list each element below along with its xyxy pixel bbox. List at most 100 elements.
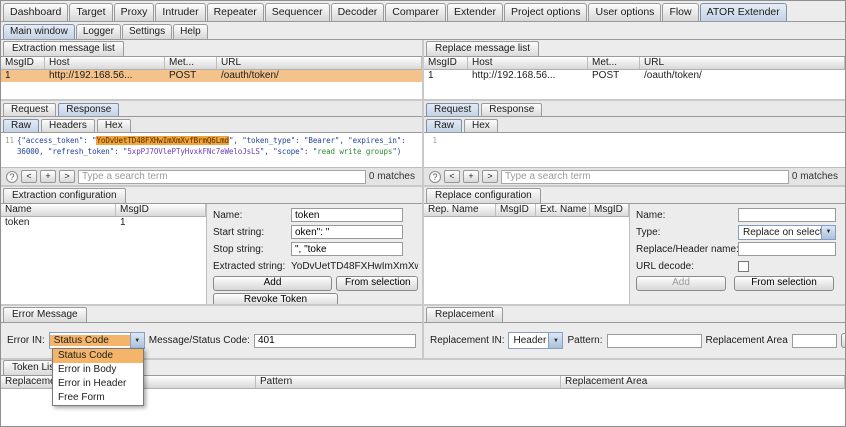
tab-user-options[interactable]: User options: [588, 3, 662, 21]
burp-ator-extender-window: Dashboard Target Proxy Intruder Repeater…: [0, 0, 846, 427]
column-header-host[interactable]: Host: [468, 57, 588, 69]
column-header-msgid[interactable]: MsgID: [116, 204, 206, 216]
start-string-field[interactable]: [291, 225, 403, 239]
tab-response[interactable]: Response: [58, 103, 120, 116]
table-row[interactable]: token 1: [1, 217, 206, 229]
tab-help[interactable]: Help: [173, 24, 208, 39]
column-header-method[interactable]: Met...: [165, 57, 217, 69]
error-in-dropdown[interactable]: Status Code ▼: [48, 332, 145, 349]
extraction-message-list-tab[interactable]: Extraction message list: [3, 41, 124, 56]
replace-message-list-body: 1 http://192.168.56... POST /oauth/token…: [424, 70, 845, 99]
cell-method: POST: [592, 70, 620, 81]
replacement-in-dropdown[interactable]: Header ▼: [508, 332, 564, 349]
add-replacement-button[interactable]: Add: [840, 333, 845, 348]
tab-main-window[interactable]: Main window: [3, 24, 75, 39]
tab-request[interactable]: Request: [3, 103, 57, 116]
replace-config-table: Rep. Name MsgID Ext. Name MsgID: [424, 204, 630, 304]
column-header-name[interactable]: Name: [1, 204, 116, 216]
response-editor[interactable]: 11 {"access_token": "YoDvUetTD48FXHwImXm…: [1, 133, 422, 167]
stop-string-field[interactable]: [291, 242, 403, 256]
column-header-msgid[interactable]: MsgID: [496, 204, 536, 216]
tab-project-options[interactable]: Project options: [504, 3, 588, 21]
search-add-button[interactable]: +: [40, 170, 56, 183]
url-decode-checkbox[interactable]: [738, 260, 749, 272]
tab-dashboard[interactable]: Dashboard: [3, 3, 69, 21]
tab-raw[interactable]: Raw: [3, 119, 40, 132]
add-extraction-button[interactable]: Add: [213, 275, 332, 291]
highlighted-access-token: YoDvUetTD48FXHwImXmXvfBrmQ6Lmd: [96, 136, 229, 145]
column-header-msgid[interactable]: MsgID: [590, 204, 629, 216]
column-header-rep-name[interactable]: Rep. Name: [424, 204, 496, 216]
pattern-label: Pattern:: [567, 335, 603, 346]
revoke-token-button[interactable]: Revoke Token: [213, 292, 338, 304]
tab-request[interactable]: Request: [426, 103, 480, 116]
tab-headers[interactable]: Headers: [41, 119, 95, 132]
type-dropdown[interactable]: Replace on selected ▼: [738, 224, 836, 240]
tab-raw[interactable]: Raw: [426, 119, 463, 132]
column-header-url[interactable]: URL: [640, 57, 845, 69]
help-icon[interactable]: ?: [429, 170, 441, 183]
replace-configuration-tab[interactable]: Replace configuration: [426, 188, 541, 203]
column-header-method[interactable]: Met...: [588, 57, 640, 69]
add-replace-config-button[interactable]: Add: [636, 275, 726, 291]
tab-logger[interactable]: Logger: [75, 24, 121, 39]
column-header-pattern[interactable]: Pattern: [256, 376, 561, 388]
tab-hex[interactable]: Hex: [96, 119, 131, 132]
tab-hex[interactable]: Hex: [464, 119, 498, 132]
replacement-area-field[interactable]: [791, 333, 837, 348]
replacement-in-label: Replacement IN:: [430, 335, 505, 346]
tab-proxy[interactable]: Proxy: [113, 3, 155, 21]
extraction-configuration-tab[interactable]: Extraction configuration: [3, 188, 126, 203]
dropdown-option-status-code[interactable]: Status Code: [53, 349, 143, 363]
tab-settings[interactable]: Settings: [121, 24, 173, 39]
search-add-button[interactable]: +: [463, 170, 479, 183]
tab-sequencer[interactable]: Sequencer: [264, 3, 330, 21]
column-header-host[interactable]: Host: [45, 57, 165, 69]
replace-message-list-tab[interactable]: Replace message list: [426, 41, 540, 56]
column-header-replacement-area[interactable]: Replacement Area: [561, 376, 845, 388]
tab-decoder[interactable]: Decoder: [330, 3, 385, 21]
tab-flow[interactable]: Flow: [662, 3, 699, 21]
pattern-field[interactable]: [606, 333, 702, 348]
search-input[interactable]: [501, 169, 789, 184]
table-row[interactable]: 1 http://192.168.56... POST /oauth/token…: [424, 70, 845, 82]
tab-comparer[interactable]: Comparer: [385, 3, 446, 21]
column-header-ext-name[interactable]: Ext. Name: [536, 204, 590, 216]
search-prev-button[interactable]: <: [444, 170, 460, 183]
replace-message-list-panel: Replace message list MsgID Host Met... U…: [422, 40, 845, 99]
extraction-config-form: Name: Start string: Stop string: Extract…: [207, 204, 422, 304]
tab-target[interactable]: Target: [69, 3, 113, 21]
message-status-code-label: Message/Status Code:: [148, 335, 250, 346]
dropdown-option-free-form[interactable]: Free Form: [53, 391, 143, 405]
extracted-string-label: Extracted string:: [213, 260, 286, 272]
search-next-button[interactable]: >: [482, 170, 498, 183]
replace-name-field[interactable]: [738, 208, 836, 222]
from-selection-button[interactable]: From selection: [734, 275, 834, 291]
request-editor[interactable]: 1: [424, 133, 845, 167]
from-selection-button[interactable]: From selection: [336, 275, 418, 291]
line-number: [1, 146, 17, 157]
tab-extender[interactable]: Extender: [446, 3, 504, 21]
column-header-url[interactable]: URL: [217, 57, 422, 69]
name-field[interactable]: [291, 208, 403, 222]
error-in-value: Status Code: [49, 335, 130, 346]
error-message-tab[interactable]: Error Message: [3, 307, 87, 322]
tab-ator-extender[interactable]: ATOR Extender: [699, 3, 787, 21]
column-header-msgid[interactable]: MsgID: [424, 57, 468, 69]
line-number: 11: [4, 136, 14, 145]
dropdown-option-error-in-body[interactable]: Error in Body: [53, 363, 143, 377]
replacement-tab[interactable]: Replacement: [426, 307, 503, 322]
search-input[interactable]: [78, 169, 366, 184]
tab-response[interactable]: Response: [481, 103, 543, 116]
search-next-button[interactable]: >: [59, 170, 75, 183]
tab-repeater[interactable]: Repeater: [206, 3, 264, 21]
message-status-code-field[interactable]: [253, 333, 416, 348]
replace-header-name-field[interactable]: [738, 242, 836, 256]
chevron-down-icon: ▼: [548, 333, 563, 348]
help-icon[interactable]: ?: [6, 170, 18, 183]
search-prev-button[interactable]: <: [21, 170, 37, 183]
column-header-msgid[interactable]: MsgID: [1, 57, 45, 69]
dropdown-option-error-in-header[interactable]: Error in Header: [53, 377, 143, 391]
tab-intruder[interactable]: Intruder: [155, 3, 206, 21]
table-row[interactable]: 1 http://192.168.56... POST /oauth/token…: [1, 70, 422, 82]
